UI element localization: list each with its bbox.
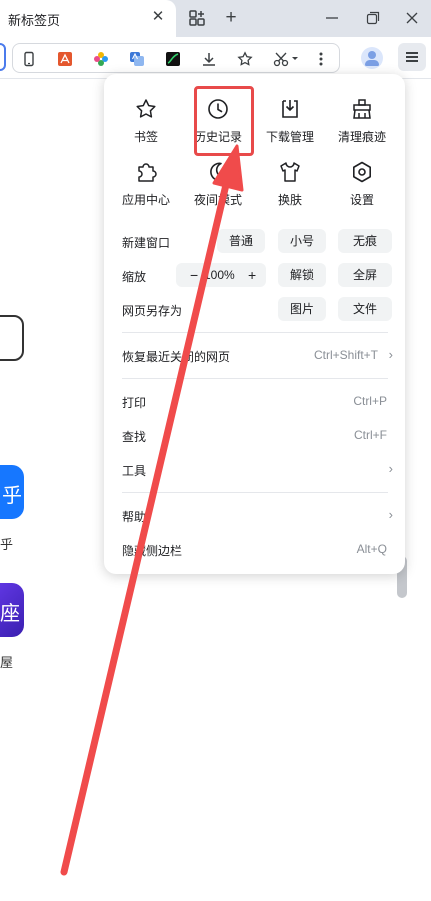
menu-skins-label: 换肤 [277,193,302,207]
shortcut-zhihu[interactable]: 乎 [0,465,24,519]
menu-find[interactable]: 查找 Ctrl+F [104,420,405,450]
menu-settings[interactable]: 设置 [327,160,397,220]
shortcut-zhihu-glyph: 乎 [2,485,22,507]
menu-print[interactable]: 打印 Ctrl+P [104,386,405,416]
chevron-right-icon: › [388,347,393,362]
bookmark-star-icon[interactable] [237,51,253,67]
pdf-icon[interactable] [57,51,73,67]
chevron-right-icon: › [388,507,393,522]
tab-strip: 新标签页 ✕ + [0,0,431,37]
translate-icon[interactable] [129,51,145,67]
minimize-icon[interactable] [325,9,339,27]
new-window-normal-button[interactable]: 普通 [217,229,265,253]
stock-chart-icon[interactable] [165,51,181,67]
download-icon [282,100,298,118]
zoom-value: 100% [204,268,235,282]
hide-sidebar-shortcut: Alt+Q [356,542,387,556]
history-highlight-box [194,86,254,156]
browser-window: 新标签页 ✕ + 乎 乎 座 屋 书签 历史记录 下载管理 清理痕迹 应用中心 … [0,0,431,901]
menu-bookmarks[interactable]: 书签 [111,97,181,157]
scissors-dropdown-icon[interactable] [273,51,301,67]
help-label: 帮助 [122,510,147,524]
toolbar [0,37,431,79]
shortcut-app2[interactable]: 座 [0,583,24,637]
save-as-image-button[interactable]: 图片 [278,297,326,321]
new-tab-button[interactable]: + [222,8,240,28]
shirt-icon [280,162,300,182]
menu-divider [122,492,388,493]
menu-clear-traces[interactable]: 清理痕迹 [327,97,397,157]
more-vertical-icon[interactable] [317,51,325,67]
window-close-icon[interactable] [405,9,419,27]
restore-window-icon[interactable] [366,9,380,27]
menu-hide-sidebar[interactable]: 隐藏侧边栏 Alt+Q [104,534,405,564]
tab-new-tab[interactable]: 新标签页 ✕ [0,0,176,37]
hexagon-gear-icon [353,161,371,183]
tools-label: 工具 [122,464,147,478]
menu-night-mode[interactable]: 夜间模式 [183,160,253,220]
page-search-box[interactable] [0,315,24,361]
main-menu: 书签 历史记录 下载管理 清理痕迹 应用中心 夜间模式 换肤 设置 新建窗口 普… [104,74,405,574]
restore-closed-label: 恢复最近关闭的网页 [122,350,231,364]
shortcut-zhihu-label: 乎 [0,537,14,552]
restore-closed-shortcut: Ctrl+Shift+T [313,348,378,362]
menu-divider [122,378,388,379]
new-window-small-button[interactable]: 小号 [278,229,326,253]
phone-icon[interactable] [21,51,37,67]
zoom-control: − 100% + [176,263,266,287]
download-arrow-icon[interactable] [201,51,217,67]
main-menu-button[interactable] [398,43,426,71]
find-shortcut: Ctrl+F [354,428,387,442]
menu-app-center[interactable]: 应用中心 [111,160,181,220]
tab-title: 新标签页 [8,13,61,28]
shortcut-app2-label: 屋 [0,655,14,670]
print-label: 打印 [122,396,147,410]
print-shortcut: Ctrl+P [353,394,387,408]
zoom-in-button[interactable]: + [248,263,256,287]
tab-grid-icon[interactable] [189,10,205,26]
menu-settings-label: 设置 [349,193,374,207]
menu-app-center-label: 应用中心 [121,193,170,207]
menu-bookmarks-label: 书签 [133,130,158,144]
chevron-right-icon: › [388,461,393,476]
save-page-as-label: 网页另存为 [122,304,183,318]
menu-downloads[interactable]: 下载管理 [255,97,325,157]
star-icon [136,99,156,118]
moon-icon [210,162,228,182]
new-window-label: 新建窗口 [122,236,171,250]
menu-restore-closed[interactable]: 恢复最近关闭的网页 Ctrl+Shift+T › [104,340,405,370]
extensions-bar [12,43,340,73]
menu-night-mode-label: 夜间模式 [193,193,242,207]
find-label: 查找 [122,430,147,444]
shortcut-app2-glyph: 座 [0,603,20,625]
pinwheel-icon[interactable] [93,51,109,67]
menu-help[interactable]: 帮助 › [104,500,405,530]
fullscreen-button[interactable]: 全屏 [338,263,392,287]
save-as-file-button[interactable]: 文件 [338,297,392,321]
zoom-label: 缩放 [122,270,147,284]
zoom-out-button[interactable]: − [190,263,198,287]
address-bar[interactable] [0,43,6,71]
menu-skins[interactable]: 换肤 [255,160,325,220]
profile-avatar[interactable] [361,47,383,69]
zoom-unlock-button[interactable]: 解锁 [278,263,326,287]
menu-clear-traces-label: 清理痕迹 [337,130,386,144]
menu-tools[interactable]: 工具 › [104,454,405,484]
broom-icon [353,99,371,119]
tab-close-icon[interactable]: ✕ [150,8,166,26]
puzzle-icon [138,163,157,182]
menu-downloads-label: 下载管理 [265,130,314,144]
menu-divider [122,332,388,333]
new-window-incognito-button[interactable]: 无痕 [338,229,392,253]
hide-sidebar-label: 隐藏侧边栏 [122,544,183,558]
